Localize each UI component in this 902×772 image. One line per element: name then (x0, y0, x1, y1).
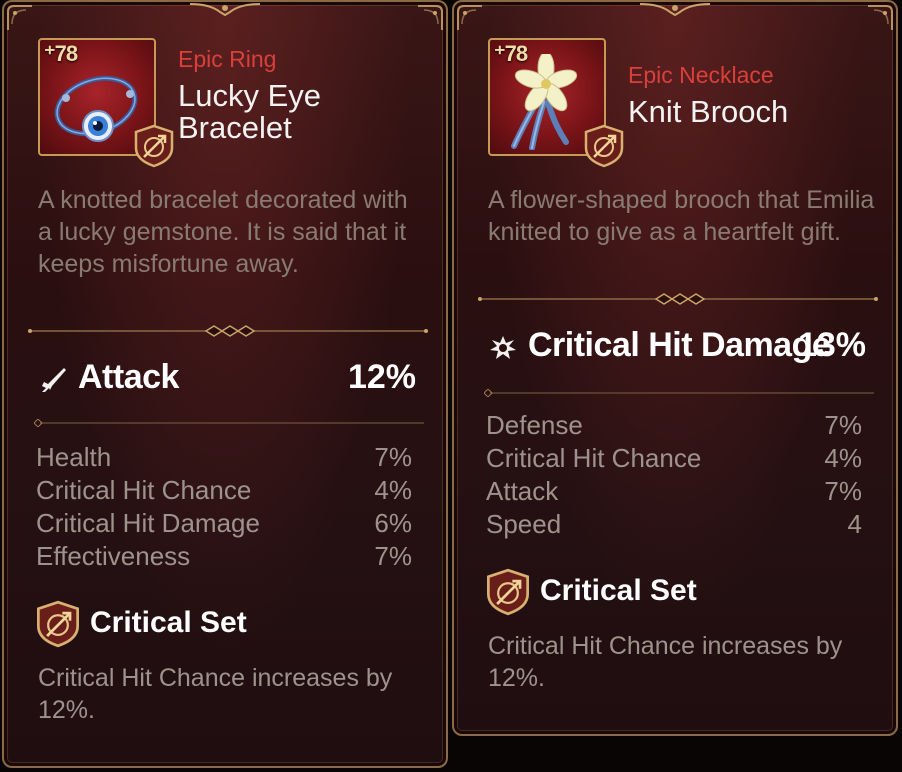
item-icon-frame[interactable]: ⁺78 (488, 38, 624, 168)
sub-stat-value: 6% (374, 508, 412, 538)
sub-stat-label: Critical Hit Chance (36, 475, 252, 505)
top-ornament (639, 0, 711, 17)
sub-stat-value: 7% (824, 476, 862, 506)
sub-stat-value: 4 (847, 509, 862, 539)
sub-stat-value: 7% (374, 541, 412, 571)
sub-stat-label: Critical Hit Damage (36, 508, 260, 538)
sub-stat-row: Critical Hit Chance 4% (36, 475, 412, 508)
set-description: Critical Hit Chance increases by 12%. (38, 664, 393, 724)
burst-icon (488, 334, 518, 362)
item-description: A knotted bracelet decorated with a luck… (38, 186, 408, 278)
sub-stat-value: 7% (374, 442, 412, 472)
sub-stat-row: Attack 7% (486, 476, 862, 509)
item-icon-frame[interactable]: ⁺78 (38, 38, 174, 168)
set-description: Critical Hit Chance increases by 12%. (488, 632, 843, 692)
sub-stat-row: Health 7% (36, 442, 412, 475)
top-ornament (189, 0, 261, 17)
item-card-lucky-eye-bracelet: ⁺78 Epic Ring Lucky Eye Bracelet A knott… (2, 0, 448, 768)
critical-set-icon (34, 600, 82, 648)
set-bonus-header: Critical Set (34, 600, 414, 648)
sub-stat-row: Effectiveness 7% (36, 541, 412, 574)
critical-set-badge-icon (582, 124, 626, 168)
thin-divider (33, 414, 424, 428)
main-stat: Attack 12% (38, 358, 416, 398)
set-bonus-header: Critical Set (484, 568, 864, 616)
ornate-divider (28, 324, 428, 337)
sub-stat-label: Speed (486, 509, 562, 539)
bracelet-icon (46, 54, 146, 150)
sub-stat-row: Speed 4 (486, 509, 862, 542)
item-rarity: Epic Necklace (628, 62, 774, 88)
sub-stat-row: Critical Hit Damage 6% (36, 508, 412, 541)
set-name: Critical Set (540, 574, 697, 607)
item-card-knit-brooch: ⁺78 Epic Necklace Knit Brooch A flower-s… (452, 0, 898, 736)
corner-ornament (456, 4, 484, 32)
item-rarity: Epic Ring (178, 46, 277, 72)
ornate-divider (478, 292, 878, 305)
corner-ornament (416, 4, 444, 32)
sub-stat-row: Defense 7% (486, 410, 862, 443)
critical-set-badge-icon (132, 124, 176, 168)
sub-stat-label: Defense (486, 410, 583, 440)
item-name: Lucky Eye Bracelet (178, 78, 322, 145)
sub-stats-list: Defense 7% Critical Hit Chance 4% Attack 7%… (486, 410, 862, 542)
sub-stat-value: 4% (824, 443, 862, 473)
main-stat-label: Critical Hit Damage (528, 326, 831, 364)
sub-stat-value: 7% (824, 410, 862, 440)
item-name: Knit Brooch (628, 94, 789, 129)
brooch-icon (496, 51, 596, 151)
main-stat-value: 12% (347, 358, 416, 396)
sub-stat-label: Critical Hit Chance (486, 443, 702, 473)
set-name: Critical Set (90, 606, 247, 639)
sub-stat-label: Health (36, 442, 112, 472)
sword-icon (38, 366, 68, 394)
main-stat: Critical Hit Damage 13% (488, 326, 866, 366)
sub-stats-list: Health 7% Critical Hit Chance 4% Critical … (36, 442, 412, 574)
main-stat-value: 13% (797, 326, 866, 364)
main-stat-label: Attack (78, 358, 179, 396)
sub-stat-label: Effectiveness (36, 541, 191, 571)
thin-divider (483, 384, 874, 398)
corner-ornament (866, 4, 894, 32)
sub-stat-value: 4% (374, 475, 412, 505)
background-strip (452, 738, 902, 772)
sub-stat-row: Critical Hit Chance 4% (486, 443, 862, 476)
corner-ornament (6, 4, 34, 32)
sub-stat-label: Attack (486, 476, 559, 506)
critical-set-icon (484, 568, 532, 616)
item-description: A flower-shaped brooch that Emilia knitt… (488, 186, 875, 246)
